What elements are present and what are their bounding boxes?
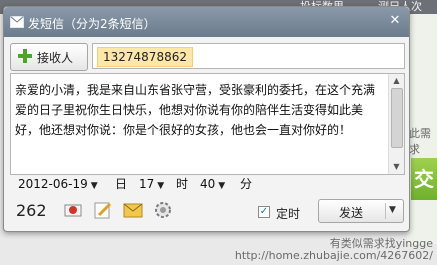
edit-icon[interactable] [92, 199, 114, 221]
date-value: 2012-06-19 [18, 177, 88, 191]
background-green-button[interactable]: 交 [411, 158, 437, 200]
hour-select[interactable]: 17 ▼ [139, 175, 164, 193]
schedule-datetime-row: 2012-06-19 ▼ 日 17 ▼ 时 40 ▼ 分 [18, 173, 398, 197]
schedule-checkbox[interactable]: ✓ [258, 206, 270, 218]
settings-icon[interactable] [152, 199, 174, 221]
minute-value: 40 [200, 177, 216, 191]
hour-label: 时 [176, 177, 189, 191]
chevron-down-icon: ▼ [157, 181, 165, 191]
char-count: 262 [16, 201, 47, 220]
send-divider [385, 203, 386, 219]
message-textarea[interactable]: 亲爱的小清，我是来自山东省张守营，受张豪利的委托，在这个充满爱的日子里祝你生日快… [10, 73, 405, 175]
dialog-title: 发短信（分为2条短信） [28, 17, 156, 31]
background-caption-2: http://home.zhubajie.com/4267602/ [234, 249, 433, 262]
chevron-down-icon: ▼ [90, 181, 98, 191]
day-label: 日 [115, 177, 128, 191]
sms-dialog: 发短信（分为2条短信） ✕ 接收人 13274878862 亲爱的小清，我是来自… [3, 6, 410, 232]
dialog-footer: 262 ✓ 定时 发送 ▼ [10, 197, 405, 227]
scroll-down-icon[interactable]: ▼ [391, 162, 402, 172]
background-side-text: 此需求 [409, 127, 431, 156]
hour-value: 17 [139, 177, 155, 191]
add-recipient-label: 接收人 [37, 51, 74, 65]
scroll-up-icon[interactable]: ▲ [391, 76, 402, 86]
dialog-titlebar[interactable]: 发短信（分为2条短信） ✕ [4, 7, 409, 37]
minute-select[interactable]: 40 ▼ [200, 175, 225, 193]
stamp-icon[interactable] [62, 199, 84, 221]
chevron-down-icon[interactable]: ▼ [389, 205, 396, 215]
close-icon[interactable]: ✕ [385, 13, 405, 29]
plus-icon [18, 49, 32, 63]
recipient-row: 接收人 13274878862 [10, 43, 405, 71]
recipient-field[interactable]: 13274878862 [92, 43, 405, 69]
add-recipient-button[interactable]: 接收人 [10, 43, 88, 71]
schedule-label: 定时 [276, 207, 301, 221]
message-scrollbar[interactable]: ▲ ▼ [388, 74, 404, 174]
send-label: 发送 [339, 206, 364, 220]
date-select[interactable]: 2012-06-19 ▼ [18, 175, 98, 193]
mail-icon[interactable] [122, 199, 144, 221]
scroll-thumb[interactable] [391, 88, 403, 148]
recipient-chip[interactable]: 13274878862 [97, 47, 193, 67]
message-text[interactable]: 亲爱的小清，我是来自山东省张守营，受张豪利的委托，在这个充满爱的日子里祝你生日快… [15, 80, 385, 140]
minute-label: 分 [240, 177, 253, 191]
envelope-icon [10, 16, 24, 28]
send-button[interactable]: 发送 ▼ [318, 199, 404, 223]
chevron-down-icon: ▼ [218, 181, 226, 191]
